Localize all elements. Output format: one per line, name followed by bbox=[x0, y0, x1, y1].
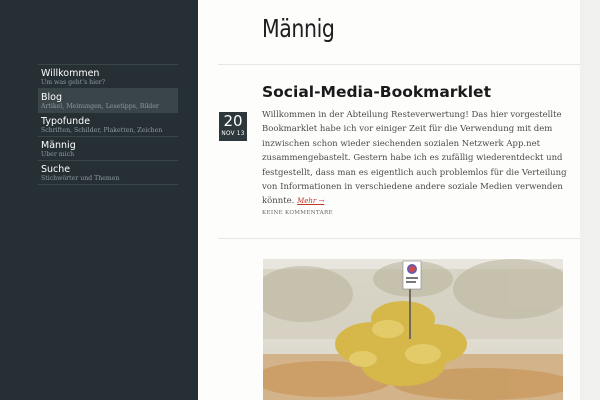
sidebar: Willkommen Um was geht's hier? Blog Arti… bbox=[0, 0, 198, 400]
nav-item-willkommen[interactable]: Willkommen Um was geht's hier? bbox=[38, 65, 178, 89]
nav-item-subtitle: Schriften, Schilder, Plaketten, Zeichen bbox=[41, 127, 163, 134]
autumn-bush-image bbox=[263, 259, 563, 400]
nav-item-maennig[interactable]: Männig Über mich bbox=[38, 137, 178, 161]
post-image[interactable] bbox=[263, 259, 563, 400]
date-day: 20 bbox=[223, 112, 243, 130]
header-divider bbox=[218, 64, 580, 65]
page-margin bbox=[580, 0, 600, 400]
comments-link[interactable]: KEINE KOMMENTARE bbox=[262, 210, 333, 216]
nav-item-subtitle: Um was geht's hier? bbox=[41, 79, 106, 86]
nav-item-title: Willkommen bbox=[41, 68, 100, 79]
nav-item-subtitle: Über mich bbox=[41, 151, 75, 158]
nav-item-subtitle: Artikel, Meinungen, Lesetipps, Bilder bbox=[41, 103, 159, 110]
post-excerpt-text: Willkommen in der Abteilung Resteverwert… bbox=[262, 110, 567, 207]
date-badge: 20 NOV 13 bbox=[219, 112, 247, 141]
nav-item-title: Suche bbox=[41, 164, 71, 175]
nav-item-title: Männig bbox=[41, 140, 76, 151]
nav-item-title: Typofunde bbox=[41, 116, 91, 127]
nav-item-typofunde[interactable]: Typofunde Schriften, Schilder, Plaketten… bbox=[38, 113, 178, 137]
nav-item-blog[interactable]: Blog Artikel, Meinungen, Lesetipps, Bild… bbox=[38, 89, 178, 113]
nav-item-title: Blog bbox=[41, 92, 62, 103]
date-month-year: NOV 13 bbox=[221, 131, 245, 137]
post-title[interactable]: Social-Media-Bookmarklet bbox=[262, 82, 491, 102]
nav-item-subtitle: Stichwörter und Themen bbox=[41, 175, 120, 182]
main-nav: Willkommen Um was geht's hier? Blog Arti… bbox=[38, 64, 178, 185]
nav-item-suche[interactable]: Suche Stichwörter und Themen bbox=[38, 161, 178, 185]
post-divider bbox=[218, 238, 580, 239]
read-more-link[interactable]: Mehr → bbox=[297, 197, 324, 205]
site-title[interactable]: Männig bbox=[262, 14, 335, 44]
post-excerpt: Willkommen in der Abteilung Resteverwert… bbox=[262, 108, 574, 209]
